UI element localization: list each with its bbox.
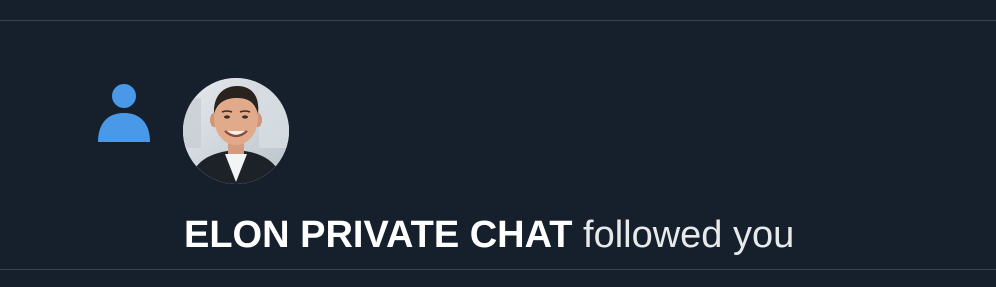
notification-text: ELON PRIVATE CHAT followed you xyxy=(184,211,794,259)
bottom-divider xyxy=(0,269,996,270)
follow-notification[interactable]: ELON PRIVATE CHAT followed you xyxy=(0,21,996,269)
avatar[interactable] xyxy=(183,78,289,184)
user-name-link[interactable]: ELON PRIVATE CHAT xyxy=(184,214,572,256)
person-icon xyxy=(98,84,150,142)
action-text: followed you xyxy=(583,214,795,256)
